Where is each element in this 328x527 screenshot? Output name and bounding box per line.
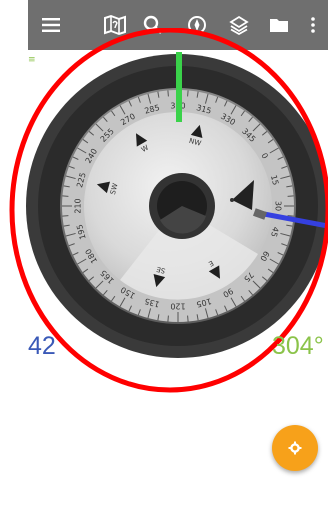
tick-mark [62,195,69,197]
settings-fab[interactable] [272,425,318,471]
tick-mark [62,215,69,217]
tick-mark [187,315,189,322]
tick-mark [187,90,189,97]
dial-label: 120 [170,302,185,311]
bearing-readout: 304° [272,332,324,360]
dial-label: 30 [274,201,283,211]
tick-mark [167,315,169,322]
dial-label: 210 [74,198,83,213]
arrow-dot [230,198,234,202]
gear-icon [288,441,302,455]
tick-mark [167,90,169,97]
tick-mark [287,215,294,217]
heading-readout: 42 [28,332,56,360]
heading-line [176,52,182,122]
tick-mark [287,195,294,197]
